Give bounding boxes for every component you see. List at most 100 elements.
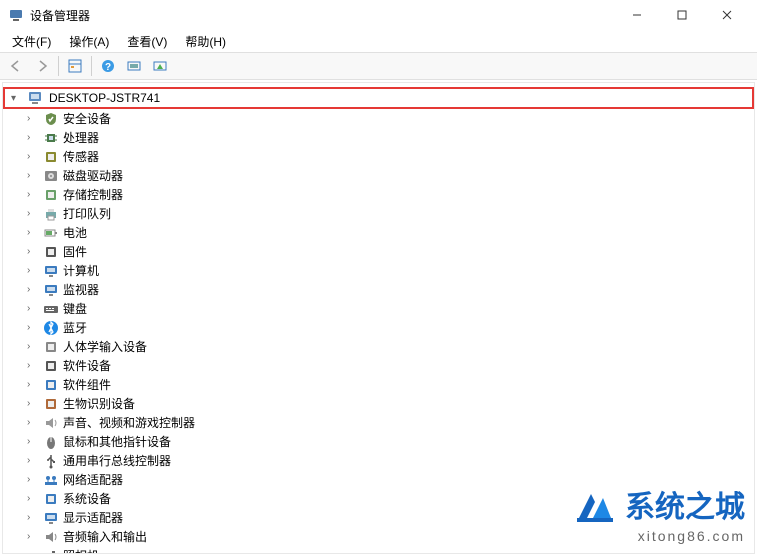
expand-arrow-icon[interactable]: › [27, 398, 39, 409]
tree-item[interactable]: › 声音、视频和游戏控制器 [3, 413, 754, 432]
audio-icon [43, 529, 59, 545]
expand-arrow-icon[interactable]: › [27, 379, 39, 390]
tree-item[interactable]: › 键盘 [3, 299, 754, 318]
maximize-button[interactable] [659, 0, 704, 30]
tree-item-label: 音频输入和输出 [63, 528, 147, 545]
tree-item-label: 电池 [63, 224, 87, 241]
keyboard-icon [43, 301, 59, 317]
cpu-icon [43, 130, 59, 146]
usb-icon [43, 453, 59, 469]
toolbar-properties-button[interactable] [63, 55, 87, 77]
tree-item-label: 存储控制器 [63, 186, 123, 203]
menu-help[interactable]: 帮助(H) [177, 31, 234, 52]
tree-item[interactable]: ›蓝牙 [3, 318, 754, 337]
tree-item-label: 显示适配器 [63, 509, 123, 526]
expand-arrow-icon[interactable]: › [27, 417, 39, 428]
expand-arrow-icon[interactable]: › [27, 189, 39, 200]
printer-icon [43, 206, 59, 222]
tree-item[interactable]: ›网络适配器 [3, 470, 754, 489]
expand-arrow-icon[interactable]: › [27, 132, 39, 143]
computer-icon [27, 90, 43, 106]
tree-item-label: 计算机 [63, 262, 99, 279]
tree-item[interactable]: ›处理器 [3, 128, 754, 147]
svg-text:?: ? [105, 62, 111, 73]
display-icon [43, 510, 59, 526]
tree-item-label: 通用串行总线控制器 [63, 452, 171, 469]
device-tree[interactable]: ▾ DESKTOP-JSTR741 ›安全设备›处理器›传感器›磁盘驱动器›存储… [2, 82, 755, 554]
expand-arrow-icon[interactable]: › [27, 360, 39, 371]
tree-item-label: 监视器 [63, 281, 99, 298]
expand-arrow-icon[interactable]: › [27, 246, 39, 257]
expand-arrow-icon[interactable]: › [27, 550, 39, 554]
tree-item[interactable]: › 通用串行总线控制器 [3, 451, 754, 470]
expand-arrow-icon[interactable]: › [27, 474, 39, 485]
menu-action[interactable]: 操作(A) [61, 31, 117, 52]
toolbar-help-button[interactable]: ? [96, 55, 120, 77]
tree-item[interactable]: › 磁盘驱动器 [3, 166, 754, 185]
tree-root-node[interactable]: ▾ DESKTOP-JSTR741 [3, 87, 754, 109]
tree-item[interactable]: › 存储控制器 [3, 185, 754, 204]
tree-item[interactable]: › 传感器 [3, 147, 754, 166]
tree-item[interactable]: › 音频输入和输出 [3, 527, 754, 546]
tree-root-label: DESKTOP-JSTR741 [49, 91, 160, 105]
tree-item[interactable]: › 安全设备 [3, 109, 754, 128]
tree-item[interactable]: ›照相机 [3, 546, 754, 554]
expand-arrow-icon[interactable]: › [27, 531, 39, 542]
expand-arrow-icon[interactable]: › [27, 170, 39, 181]
tree-item[interactable]: › 显示适配器 [3, 508, 754, 527]
expand-arrow-icon[interactable]: ▾ [11, 93, 23, 104]
expand-arrow-icon[interactable]: › [27, 303, 39, 314]
menu-file[interactable]: 文件(F) [4, 31, 59, 52]
expand-arrow-icon[interactable]: › [27, 455, 39, 466]
expand-arrow-icon[interactable]: › [27, 208, 39, 219]
tree-item[interactable]: › 鼠标和其他指针设备 [3, 432, 754, 451]
system-icon [43, 491, 59, 507]
toolbar-scan-button[interactable] [122, 55, 146, 77]
expand-arrow-icon[interactable]: › [27, 151, 39, 162]
security-icon [43, 111, 59, 127]
expand-arrow-icon[interactable]: › [27, 341, 39, 352]
tree-item[interactable]: › 软件组件 [3, 375, 754, 394]
expand-arrow-icon[interactable]: › [27, 512, 39, 523]
toolbar-back-button[interactable] [4, 55, 28, 77]
tree-item-label: 传感器 [63, 148, 99, 165]
expand-arrow-icon[interactable]: › [27, 265, 39, 276]
tree-item-label: 磁盘驱动器 [63, 167, 123, 184]
camera-icon [43, 548, 59, 554]
expand-arrow-icon[interactable]: › [27, 436, 39, 447]
tree-item-label: 安全设备 [63, 110, 111, 127]
tree-item-label: 人体学输入设备 [63, 338, 147, 355]
menubar: 文件(F) 操作(A) 查看(V) 帮助(H) [0, 30, 757, 52]
toolbar-refresh-button[interactable] [148, 55, 172, 77]
toolbar-separator [91, 56, 92, 76]
expand-arrow-icon[interactable]: › [27, 322, 39, 333]
tree-item-label: 键盘 [63, 300, 87, 317]
expand-arrow-icon[interactable]: › [27, 227, 39, 238]
close-button[interactable] [704, 0, 749, 30]
network-icon [43, 472, 59, 488]
tree-item[interactable]: ›系统设备 [3, 489, 754, 508]
biometric-icon [43, 396, 59, 412]
expand-arrow-icon[interactable]: › [27, 113, 39, 124]
tree-item-label: 打印队列 [63, 205, 111, 222]
tree-item-label: 声音、视频和游戏控制器 [63, 414, 195, 431]
minimize-button[interactable] [614, 0, 659, 30]
tree-item[interactable]: › 电池 [3, 223, 754, 242]
tree-item[interactable]: › 打印队列 [3, 204, 754, 223]
software-icon [43, 358, 59, 374]
storage-icon [43, 187, 59, 203]
tree-item[interactable]: ›软件设备 [3, 356, 754, 375]
menu-view[interactable]: 查看(V) [119, 31, 175, 52]
tree-item[interactable]: › 人体学输入设备 [3, 337, 754, 356]
tree-item-label: 软件组件 [63, 376, 111, 393]
bluetooth-icon [43, 320, 59, 336]
component-icon [43, 377, 59, 393]
expand-arrow-icon[interactable]: › [27, 493, 39, 504]
tree-item-label: 鼠标和其他指针设备 [63, 433, 171, 450]
tree-item[interactable]: ›生物识别设备 [3, 394, 754, 413]
expand-arrow-icon[interactable]: › [27, 284, 39, 295]
tree-item[interactable]: › 计算机 [3, 261, 754, 280]
tree-item[interactable]: › 监视器 [3, 280, 754, 299]
tree-item[interactable]: ›固件 [3, 242, 754, 261]
toolbar-forward-button[interactable] [30, 55, 54, 77]
